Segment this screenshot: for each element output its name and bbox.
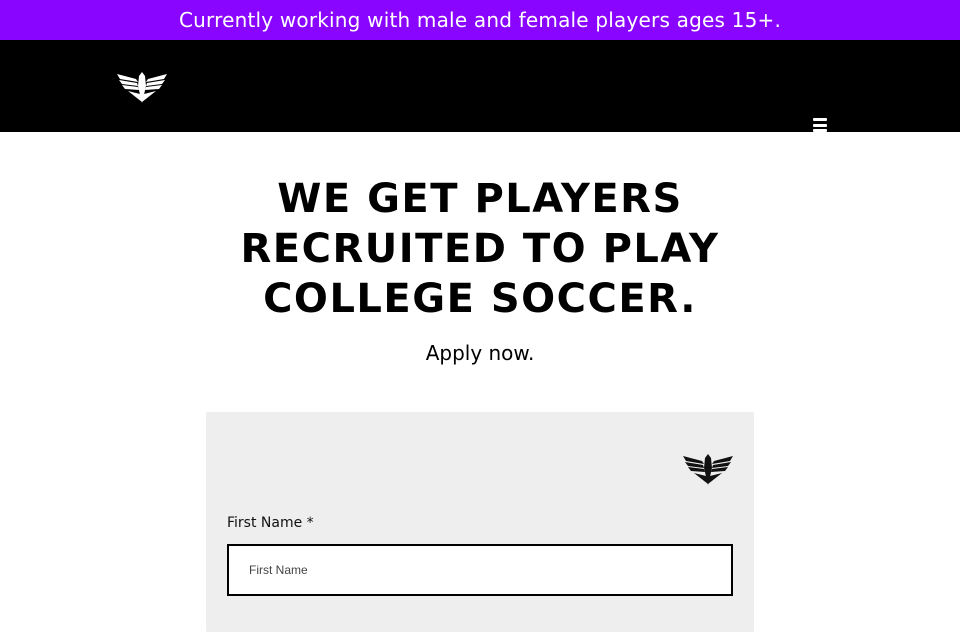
hamburger-menu-icon [813,118,827,121]
menu-button[interactable] [810,118,830,132]
hero-section: WE GET PLAYERS RECRUITED TO PLAY COLLEGE… [0,132,960,366]
announcement-text: Currently working with male and female p… [178,8,782,32]
hero-headline: WE GET PLAYERS RECRUITED TO PLAY COLLEGE… [240,176,720,322]
home-logo-link[interactable] [116,70,168,104]
first-name-label: First Name * [227,515,314,531]
eagle-logo-icon [683,454,733,485]
hero-subheadline: Apply now. [425,341,535,365]
top-navigation [0,40,960,132]
announcement-bar: Currently working with male and female p… [0,0,960,40]
application-form: First Name * [206,412,754,632]
eagle-logo-icon [117,72,167,103]
first-name-field[interactable] [227,544,733,596]
